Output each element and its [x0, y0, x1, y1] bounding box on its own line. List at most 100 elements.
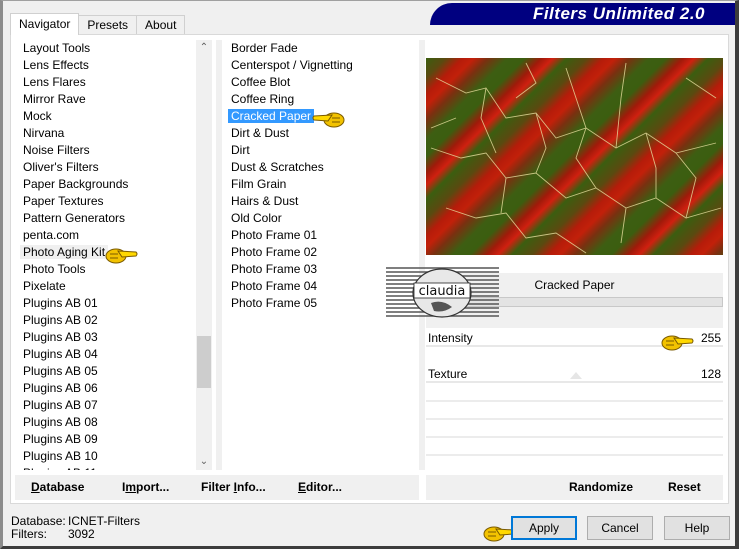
list-item[interactable]: Oliver's Filters	[15, 159, 195, 176]
list-item[interactable]: Plugins AB 10	[15, 448, 195, 465]
list-item[interactable]: Plugins AB 05	[15, 363, 195, 380]
divider	[216, 40, 222, 470]
list-item[interactable]: Paper Textures	[15, 193, 195, 210]
watermark-logo: claudia	[386, 267, 499, 318]
list-item-label: Old Color	[231, 211, 282, 225]
list-item-label: Plugins AB 11	[23, 466, 97, 470]
list-item[interactable]: Plugins AB 07	[15, 397, 195, 414]
pointing-hand-icon	[105, 248, 138, 264]
list-item[interactable]: Photo Frame 01	[223, 227, 418, 244]
apply-button[interactable]: Apply	[511, 516, 577, 540]
list-item-label: Photo Aging Kit	[20, 245, 109, 259]
editor-button[interactable]: Editor...	[298, 480, 342, 494]
texture-label: Texture	[428, 367, 468, 381]
empty-slider-row	[426, 418, 723, 420]
list-item-label: Dust & Scratches	[231, 160, 324, 174]
list-item-label: Centerspot / Vignetting	[231, 58, 353, 72]
list-item-label: Lens Flares	[23, 75, 86, 89]
list-item[interactable]: Lens Effects	[15, 57, 195, 74]
empty-slider-row	[426, 400, 723, 402]
slider-thumb-marker[interactable]	[570, 372, 582, 379]
help-button[interactable]: Help	[664, 516, 730, 540]
list-item[interactable]: Coffee Blot	[223, 74, 418, 91]
list-item-label: Photo Frame 05	[231, 296, 318, 310]
list-item[interactable]: Plugins AB 11	[15, 465, 195, 470]
list-item-label: Plugins AB 03	[23, 330, 98, 344]
list-item[interactable]: Pattern Generators	[15, 210, 195, 227]
reset-button[interactable]: Reset	[668, 480, 701, 494]
list-item[interactable]: penta.com	[15, 227, 195, 244]
list-item-label: Plugins AB 01	[23, 296, 98, 310]
list-item-label: Dirt	[231, 143, 250, 157]
list-item[interactable]: Coffee Ring	[223, 91, 418, 108]
list-item-label: Film Grain	[231, 177, 287, 191]
list-item-label: Pixelate	[23, 279, 66, 293]
navigator-toolbar: Database Import... Filter Info... Editor…	[15, 475, 419, 500]
list-item-label: Plugins AB 05	[23, 364, 98, 378]
list-item-label: Coffee Blot	[231, 75, 291, 89]
pointing-hand-icon	[661, 335, 694, 351]
scroll-down-icon[interactable]: ⌄	[196, 454, 212, 470]
list-item[interactable]: Plugins AB 02	[15, 312, 195, 329]
list-item-label: Photo Frame 02	[231, 245, 318, 259]
list-item[interactable]: Plugins AB 06	[15, 380, 195, 397]
category-scrollbar[interactable]: ⌃ ⌄	[196, 40, 212, 470]
list-item[interactable]: Border Fade	[223, 40, 418, 57]
import-button[interactable]: Import...	[122, 480, 169, 494]
list-item[interactable]: Plugins AB 04	[15, 346, 195, 363]
divider	[419, 40, 425, 470]
list-item-label: Plugins AB 10	[23, 449, 98, 463]
list-item[interactable]: Plugins AB 01	[15, 295, 195, 312]
scrollbar-thumb[interactable]	[197, 336, 211, 388]
list-item-label: Photo Frame 01	[231, 228, 318, 242]
filter-list[interactable]: Border Fade Centerspot / Vignetting Coffee…	[223, 40, 418, 470]
list-item[interactable]: Noise Filters	[15, 142, 195, 159]
filters-label: Filters:	[11, 527, 47, 541]
texture-value: 128	[700, 367, 721, 381]
scroll-up-icon[interactable]: ⌃	[196, 40, 212, 56]
list-item-label: Noise Filters	[23, 143, 90, 157]
list-item-label: Photo Frame 03	[231, 262, 318, 276]
list-item-label: Lens Effects	[23, 58, 89, 72]
list-item[interactable]: Photo Frame 02	[223, 244, 418, 261]
filter-info-button[interactable]: Filter Info...	[201, 480, 266, 494]
list-item[interactable]: Mock	[15, 108, 195, 125]
filters-count: 3092	[68, 527, 95, 541]
watermark-text: claudia	[419, 284, 466, 299]
list-item[interactable]: Plugins AB 08	[15, 414, 195, 431]
tab-bar: Navigator Presets About	[10, 13, 186, 35]
list-item[interactable]: Pixelate	[15, 278, 195, 295]
list-item-label: Coffee Ring	[231, 92, 295, 106]
randomize-button[interactable]: Randomize	[569, 480, 633, 494]
list-item[interactable]: Hairs & Dust	[223, 193, 418, 210]
list-item-label: Border Fade	[231, 41, 298, 55]
filter-toolbar: Randomize Reset	[426, 475, 723, 500]
tab-presets[interactable]: Presets	[78, 15, 138, 34]
list-item-label: Plugins AB 02	[23, 313, 98, 327]
cancel-button[interactable]: Cancel	[587, 516, 653, 540]
list-item[interactable]: Mirror Rave	[15, 91, 195, 108]
app-title-banner: Filters Unlimited 2.0	[430, 3, 735, 25]
list-item[interactable]: Plugins AB 09	[15, 431, 195, 448]
list-item-label: Cracked Paper	[228, 109, 315, 123]
list-item-label: Dirt & Dust	[231, 126, 290, 140]
status-info: Database: ICNET-Filters Filters: 3092	[11, 515, 140, 541]
tab-navigator[interactable]: Navigator	[10, 13, 80, 35]
list-item[interactable]: Nirvana	[15, 125, 195, 142]
list-item-label: Plugins AB 07	[23, 398, 98, 412]
list-item-label: Oliver's Filters	[23, 160, 99, 174]
list-item[interactable]: Film Grain	[223, 176, 418, 193]
list-item[interactable]: Plugins AB 03	[15, 329, 195, 346]
list-item[interactable]: Centerspot / Vignetting	[223, 57, 418, 74]
list-item[interactable]: Dust & Scratches	[223, 159, 418, 176]
list-item[interactable]: Paper Backgrounds	[15, 176, 195, 193]
database-button[interactable]: Database	[31, 480, 84, 494]
list-item[interactable]: Layout Tools	[15, 40, 195, 57]
list-item-label: Plugins AB 09	[23, 432, 98, 446]
list-item[interactable]: Old Color	[223, 210, 418, 227]
list-item[interactable]: Dirt	[223, 142, 418, 159]
intensity-label: Intensity	[428, 331, 473, 345]
list-item[interactable]: Lens Flares	[15, 74, 195, 91]
list-item-label: Photo Frame 04	[231, 279, 318, 293]
tab-about[interactable]: About	[136, 15, 186, 34]
